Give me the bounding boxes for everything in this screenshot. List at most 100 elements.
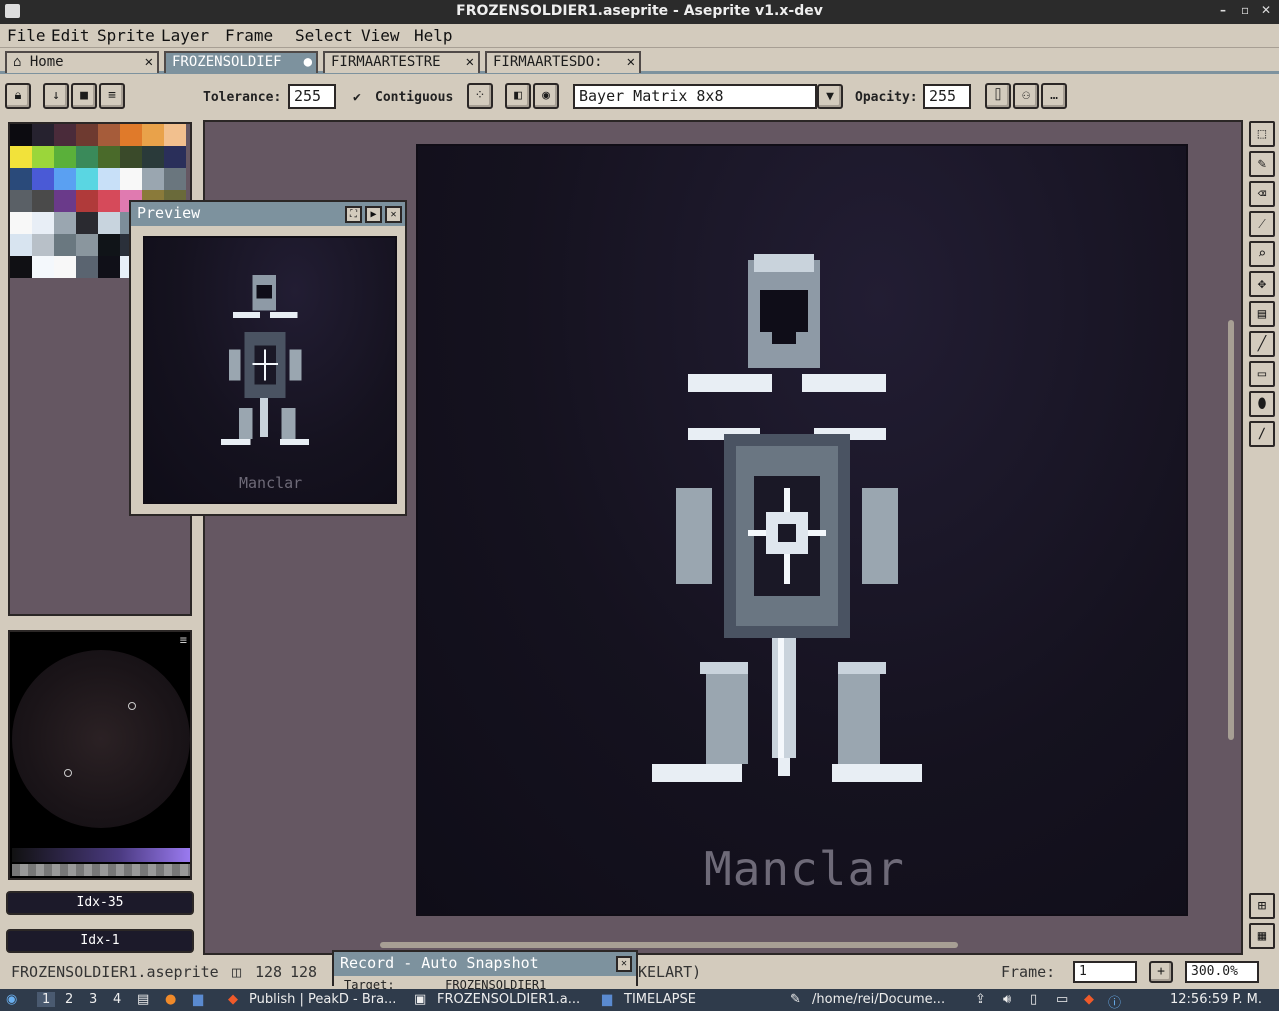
palette-swatch[interactable] — [32, 124, 54, 146]
tab-firmaartestre[interactable]: FIRMAARTESTRE ✕ — [323, 51, 480, 73]
options-menu-icon[interactable]: ≡ — [99, 83, 125, 109]
screen-icon[interactable]: ▭ — [1056, 992, 1068, 1007]
opacity-input[interactable]: 255 — [923, 84, 971, 109]
vertical-scrollbar[interactable] — [1228, 320, 1234, 740]
files-icon[interactable]: ▤ — [137, 992, 149, 1007]
radial-gradient-icon[interactable]: ◉ — [533, 83, 559, 109]
palette-swatch[interactable] — [10, 212, 32, 234]
tab-firmaartesdo[interactable]: FIRMAARTESDO: ✕ — [485, 51, 641, 73]
play-icon[interactable]: ▶ — [365, 206, 382, 223]
menu-edit[interactable]: Edit — [51, 26, 90, 45]
workspace-2[interactable]: 2 — [65, 992, 73, 1007]
color-wheel[interactable] — [12, 650, 190, 828]
linear-gradient-icon[interactable]: ◧ — [505, 83, 531, 109]
menu-layer[interactable]: Layer — [161, 26, 209, 45]
palette-swatch[interactable] — [164, 124, 186, 146]
eyedropper-icon[interactable]: ⁄ — [1249, 211, 1275, 237]
pressure-icon[interactable]: ⌷ — [985, 83, 1011, 109]
palette-swatch[interactable] — [32, 190, 54, 212]
palette-swatch[interactable] — [98, 256, 120, 278]
palette-swatch[interactable] — [54, 168, 76, 190]
palette-swatch[interactable] — [164, 168, 186, 190]
palette-swatch[interactable] — [76, 168, 98, 190]
info-icon[interactable]: ⓘ — [1108, 992, 1121, 1011]
menu-help[interactable]: Help — [414, 26, 453, 45]
palette-swatch[interactable] — [54, 234, 76, 256]
fg-color-index[interactable]: Idx-35 — [6, 891, 194, 915]
brave-tray-icon[interactable]: ◆ — [1084, 992, 1094, 1007]
preview-window[interactable]: Preview ⛶ ▶ ✕ Manclar — [129, 200, 407, 516]
palette-swatch[interactable] — [10, 146, 32, 168]
menu-select[interactable]: Select — [295, 26, 353, 45]
taskbar-item-timelapse[interactable]: TIMELAPSE — [624, 992, 696, 1007]
chevron-down-icon[interactable]: ▼ — [817, 84, 843, 109]
record-window[interactable]: Record - Auto Snapshot ✕ Target: FROZENS… — [332, 950, 638, 992]
palette-swatch[interactable] — [142, 124, 164, 146]
upload-icon[interactable]: ⇪ — [975, 992, 986, 1007]
line-icon[interactable]: ╱ — [1249, 331, 1275, 357]
start-menu-icon[interactable]: ◉ — [6, 992, 17, 1007]
tolerance-input[interactable]: 255 — [288, 84, 336, 109]
palette-swatch[interactable] — [98, 234, 120, 256]
taskbar-item-browser[interactable]: Publish | PeakD - Bra... — [249, 992, 396, 1007]
palette-swatch[interactable] — [120, 168, 142, 190]
value-slider[interactable] — [12, 848, 190, 862]
palette-swatch[interactable] — [32, 168, 54, 190]
palette-swatch[interactable] — [98, 168, 120, 190]
tab-close-icon[interactable]: ✕ — [145, 54, 153, 70]
close-icon[interactable]: ✕ — [616, 956, 632, 972]
palette-swatch[interactable] — [76, 256, 98, 278]
marquee-icon[interactable]: ⬚ — [1249, 121, 1275, 147]
palette-swatch[interactable] — [76, 124, 98, 146]
palette-swatch[interactable] — [32, 212, 54, 234]
menu-view[interactable]: View — [361, 26, 400, 45]
menu-sprite[interactable]: Sprite — [97, 26, 155, 45]
tab-frozensoldier[interactable]: FROZENSOLDIEF ● — [164, 51, 318, 73]
workspace-3[interactable]: 3 — [89, 992, 97, 1007]
wheel-marker[interactable] — [128, 702, 136, 710]
palette-swatch[interactable] — [32, 146, 54, 168]
palette-swatch[interactable] — [32, 256, 54, 278]
blur-icon[interactable]: ∕ — [1249, 421, 1275, 447]
one-to-one-icon[interactable]: ⊞ — [1249, 893, 1275, 919]
folder-icon[interactable]: ▆ — [193, 992, 203, 1007]
pencil-icon[interactable]: ✎ — [1249, 151, 1275, 177]
gradient-icon[interactable]: ▤ — [1249, 301, 1275, 327]
firefox-icon[interactable]: ● — [165, 992, 176, 1007]
palette-swatch[interactable] — [164, 146, 186, 168]
rectangle-icon[interactable]: ▭ — [1249, 361, 1275, 387]
contour-icon[interactable]: ⬮ — [1249, 391, 1275, 417]
palette-swatch[interactable] — [10, 234, 32, 256]
palette-swatch[interactable] — [10, 190, 32, 212]
maximize-button[interactable]: ▫ — [1241, 3, 1249, 17]
frame-input[interactable]: 1 — [1073, 961, 1137, 983]
wheel-menu-icon[interactable]: ≡ — [180, 633, 187, 647]
palette-swatch[interactable] — [10, 168, 32, 190]
timeline-icon[interactable]: ▦ — [1249, 923, 1275, 949]
dynamics-icon[interactable]: ⚇ — [1013, 83, 1039, 109]
palette-swatch[interactable] — [54, 190, 76, 212]
move-icon[interactable]: ✥ — [1249, 271, 1275, 297]
zoom-icon[interactable]: ⌕ — [1249, 241, 1275, 267]
pattern-icon[interactable]: ⁘ — [467, 83, 493, 109]
palette-swatch[interactable] — [76, 234, 98, 256]
add-frame-icon[interactable]: + — [1149, 961, 1173, 983]
taskbar-item-aseprite[interactable]: FROZENSOLDIER1.a... — [437, 992, 580, 1007]
clipboard-icon[interactable]: ▯ — [1030, 992, 1037, 1007]
tab-home[interactable]: ⌂ Home ✕ — [5, 51, 159, 73]
sprite-canvas[interactable]: Manclar — [416, 144, 1188, 916]
bg-color-index[interactable]: Idx-1 — [6, 929, 194, 953]
tab-close-icon[interactable]: ✕ — [626, 54, 635, 70]
palette-swatch[interactable] — [120, 124, 142, 146]
palette-swatch[interactable] — [54, 124, 76, 146]
lock-icon[interactable]: 🔒︎ — [5, 83, 31, 109]
horizontal-scrollbar[interactable] — [380, 942, 958, 948]
fullscreen-icon[interactable]: ⛶ — [345, 206, 362, 223]
palette-swatch[interactable] — [142, 146, 164, 168]
alpha-slider[interactable] — [12, 864, 190, 876]
palette-swatch[interactable] — [98, 124, 120, 146]
close-icon[interactable]: ✕ — [385, 206, 402, 223]
palette-swatch[interactable] — [54, 256, 76, 278]
wheel-marker[interactable] — [64, 769, 72, 777]
minimize-button[interactable]: – — [1220, 3, 1226, 17]
